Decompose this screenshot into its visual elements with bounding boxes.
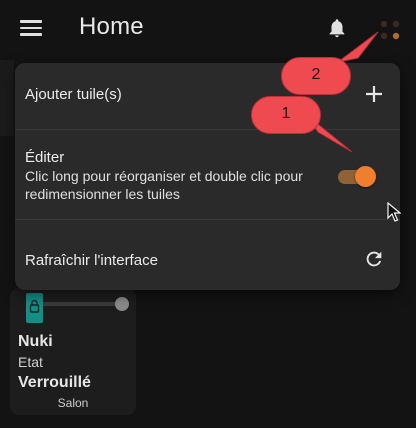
lock-icon (26, 293, 43, 323)
refresh-icon (366, 251, 382, 267)
tile-room: Salon (57, 396, 89, 410)
toggle-thumb (355, 166, 376, 187)
background-tile-edge (0, 60, 14, 136)
tile-name: Nuki (18, 333, 53, 350)
dots-menu-icon[interactable] (378, 18, 402, 42)
nuki-lock-tile[interactable]: Nuki Etat Verrouillé Salon (10, 288, 136, 415)
menu-item-refresh[interactable]: Rafraîchir l'interface (15, 220, 400, 290)
tile-state: Verrouillé (18, 374, 91, 391)
callout-number: 1 (281, 105, 291, 122)
page-title: Home (79, 13, 144, 40)
menu-item-label: Ajouter tuile(s) (25, 86, 122, 103)
app-screen: Home Nuki Etat Verrouillé Salon Ajouter … (0, 0, 416, 428)
overflow-menu: Ajouter tuile(s) Éditer Clic long pour r… (15, 63, 400, 290)
hamburger-menu-icon[interactable] (20, 20, 42, 36)
menu-item-label: Rafraîchir l'interface (25, 252, 158, 269)
tile-slider-track (39, 302, 123, 306)
tile-state-label: Etat (18, 354, 43, 370)
callout-1: 1 (251, 96, 321, 134)
menu-item-label: Éditer (25, 149, 65, 166)
tile-slider-knob[interactable] (115, 297, 129, 311)
mouse-cursor-icon (387, 202, 401, 222)
callout-number: 2 (311, 66, 321, 83)
plus-icon (366, 86, 382, 102)
edit-mode-toggle[interactable] (338, 165, 376, 187)
menu-item-description: Clic long pour réorganiser et double cli… (25, 168, 303, 202)
callout-2: 2 (281, 57, 351, 95)
